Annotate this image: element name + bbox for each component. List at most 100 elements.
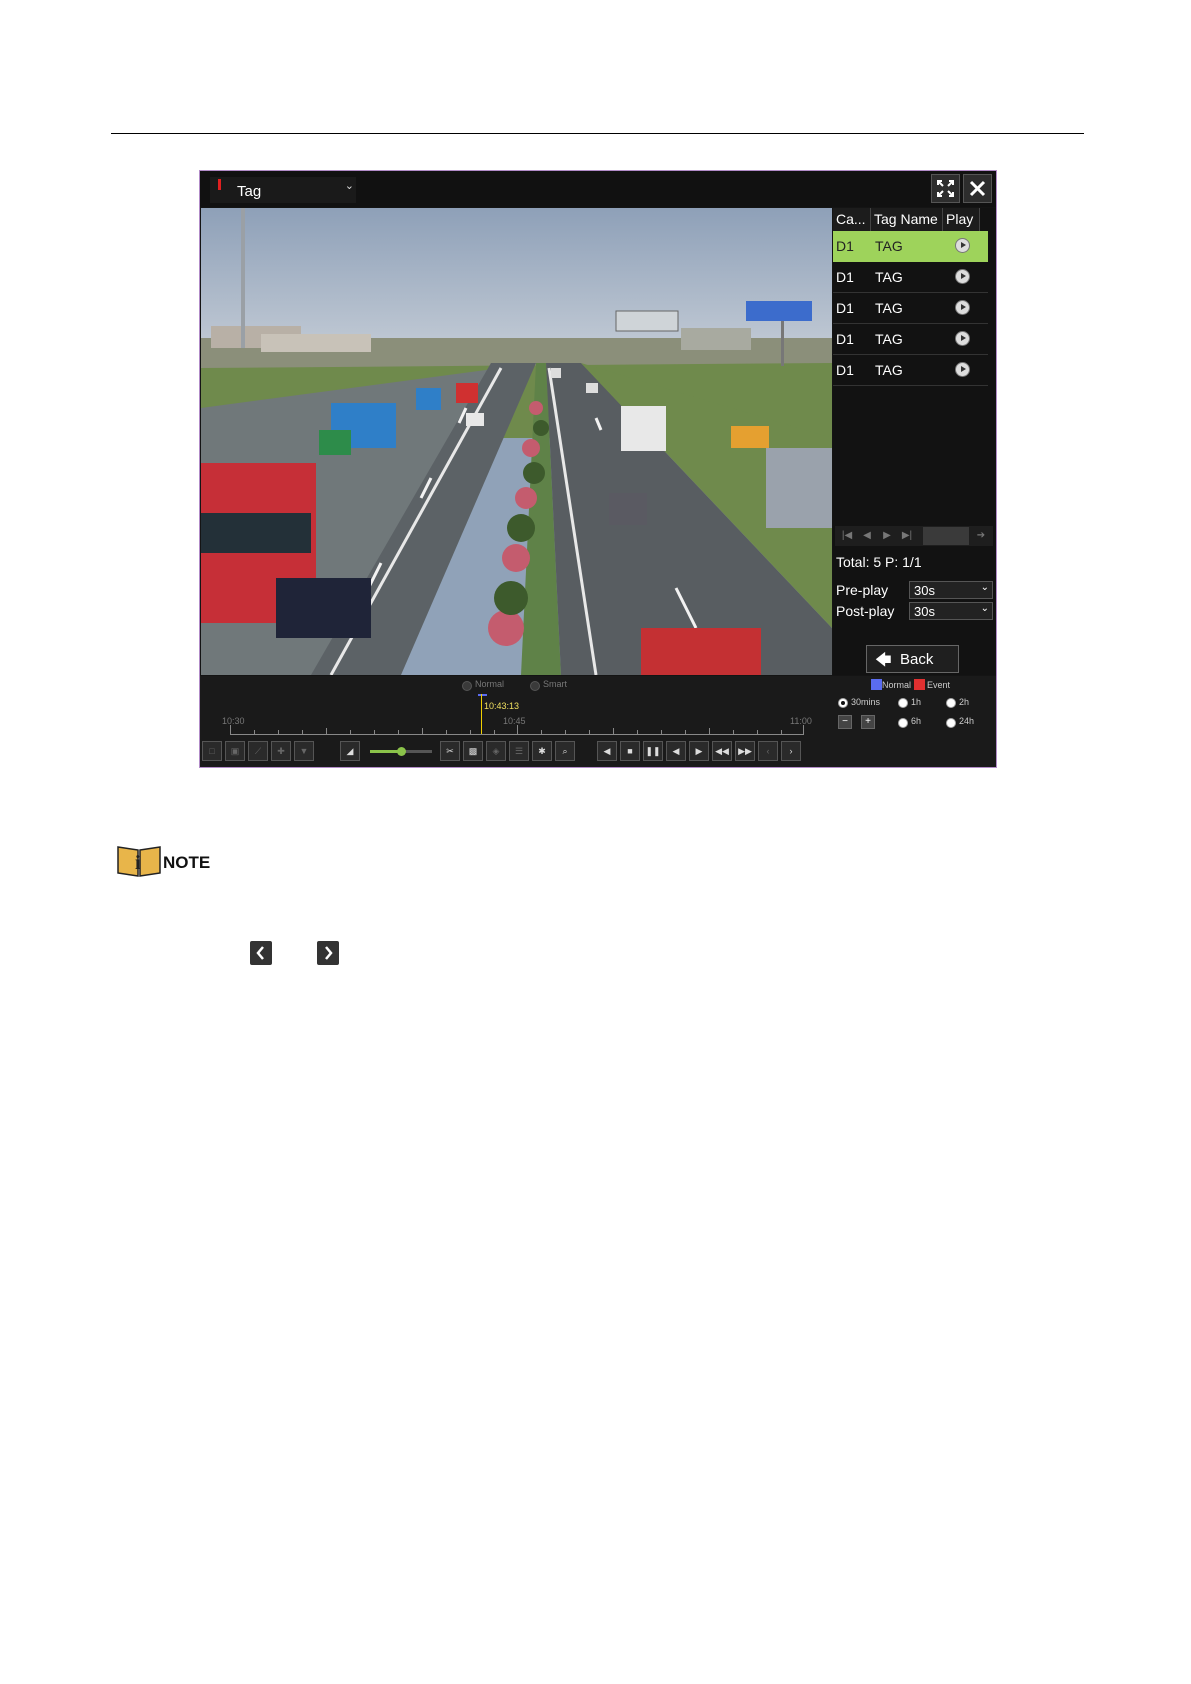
post-play-select[interactable]: 30s ⌄ — [909, 602, 993, 620]
column-header-camera[interactable]: Ca... — [833, 208, 871, 231]
fast-forward-icon[interactable]: ▶▶ — [735, 741, 755, 761]
close-button[interactable] — [963, 174, 992, 203]
note-heading: NOTE — [163, 853, 211, 872]
timeline-end-label: 11:00 — [790, 716, 812, 726]
column-header-play[interactable]: Play — [943, 208, 980, 231]
play-mode-normal-label: Normal — [475, 679, 505, 689]
normal-legend-swatch — [871, 679, 882, 690]
tag-row-4[interactable]: D1 TAG — [833, 324, 988, 355]
normal-record-marker — [478, 694, 487, 696]
chevron-down-icon: ⌄ — [980, 603, 989, 614]
region-select-icon[interactable]: ▣ — [225, 741, 245, 761]
playback-mode-dropdown[interactable]: Tag ⌄ — [210, 177, 356, 203]
play-icon[interactable] — [955, 238, 970, 253]
zoom-2h-label: 2h — [959, 697, 970, 707]
custom-tag-icon[interactable]: ☰ — [509, 741, 529, 761]
play-mode-smart-label: Smart — [543, 679, 568, 689]
zoom-1h-radio[interactable] — [898, 698, 908, 708]
event-legend-label: Event — [927, 680, 951, 690]
tag-row-3[interactable]: D1 TAG — [833, 293, 988, 324]
chevron-left-icon — [256, 946, 264, 960]
play-icon[interactable] — [955, 300, 970, 315]
record-marker-icon — [218, 179, 221, 190]
zoom-6h-radio[interactable] — [898, 718, 908, 728]
clip-icon[interactable]: ✂ — [440, 741, 460, 761]
timeline-cursor[interactable] — [481, 694, 482, 734]
tag-row-name: TAG — [875, 362, 903, 378]
previous-day-icon[interactable]: ‹ — [758, 741, 778, 761]
timeline-start-label: 10:30 — [222, 716, 245, 726]
ptz-icon[interactable]: ✚ — [271, 741, 291, 761]
column-header-tag-name[interactable]: Tag Name — [871, 208, 943, 231]
lock-file-icon[interactable]: ▩ — [463, 741, 483, 761]
inline-next-button — [317, 941, 339, 965]
slow-forward-icon[interactable]: ◀◀ — [712, 741, 732, 761]
pre-play-select[interactable]: 30s ⌄ — [909, 581, 993, 599]
play-icon[interactable] — [955, 331, 970, 346]
tag-row-camera: D1 — [836, 300, 854, 316]
forward-30s-icon[interactable]: ▶ — [689, 741, 709, 761]
zoom-30mins-radio[interactable] — [838, 698, 848, 708]
highway-video-frame — [201, 208, 832, 675]
playback-mode-label: Tag — [237, 183, 262, 200]
back-button[interactable]: 🡄 Back — [866, 645, 959, 673]
filter-icon[interactable]: ▼ — [294, 741, 314, 761]
volume-slider[interactable] — [370, 747, 432, 756]
previous-page-icon[interactable]: ◀ — [859, 528, 875, 544]
zoom-2h-radio[interactable] — [946, 698, 956, 708]
go-page-icon[interactable]: ➔ — [973, 528, 989, 544]
next-page-icon[interactable]: ▶ — [879, 528, 895, 544]
tag-row-camera: D1 — [836, 269, 854, 285]
chevron-right-icon — [325, 946, 333, 960]
volume-icon[interactable]: ◢ — [340, 741, 360, 761]
pause-icon[interactable]: ❚❚ — [643, 741, 663, 761]
play-icon[interactable] — [955, 362, 970, 377]
last-page-icon[interactable]: ▶| — [899, 528, 915, 544]
tag-row-name: TAG — [875, 238, 903, 254]
tag-row-5[interactable]: D1 TAG — [833, 355, 988, 386]
stop-icon[interactable]: ■ — [620, 741, 640, 761]
tag-row-name: TAG — [875, 331, 903, 347]
tag-row-name: TAG — [875, 300, 903, 316]
reverse-play-icon[interactable]: ◀ — [597, 741, 617, 761]
next-day-icon[interactable]: › — [781, 741, 801, 761]
back-button-label: Back — [900, 651, 934, 668]
normal-legend-label: Normal — [882, 680, 912, 690]
rewind-30s-icon[interactable]: ◀ — [666, 741, 686, 761]
tag-row-2[interactable]: D1 TAG — [833, 262, 988, 293]
tag-row-name: TAG — [875, 269, 903, 285]
tag-list-panel: Ca... Tag Name Play D1 TAG D1 TAG D1 TAG… — [833, 208, 996, 675]
playback-window: Tag ⌄ Ca... Tag Name Play D1 TAG D1 TAG … — [199, 170, 997, 768]
first-page-icon[interactable]: |◀ — [839, 528, 855, 544]
tag-row-1[interactable]: D1 TAG — [833, 231, 988, 262]
timeline-mid-label: 10:45 — [503, 716, 526, 726]
add-tag-icon[interactable]: ◈ — [486, 741, 506, 761]
settings-icon[interactable]: ✱ — [532, 741, 552, 761]
post-play-value: 30s — [914, 604, 935, 619]
play-icon[interactable] — [955, 269, 970, 284]
total-count-text: Total: 5 P: 1/1 — [836, 554, 922, 570]
note-book-icon: i — [117, 846, 161, 877]
back-arrow-icon: 🡄 — [875, 652, 892, 669]
page-number-input[interactable] — [923, 527, 969, 545]
play-mode-normal-radio[interactable] — [462, 681, 472, 691]
zoom-in-button[interactable]: + — [861, 715, 875, 729]
digital-zoom-icon[interactable]: □ — [202, 741, 222, 761]
zoom-24h-label: 24h — [959, 716, 975, 726]
close-icon — [969, 180, 986, 197]
zoom-out-button[interactable]: − — [838, 715, 852, 729]
draw-line-icon[interactable]: ⟋ — [248, 741, 268, 761]
svg-text:i: i — [135, 852, 141, 874]
current-time-label: 10:43:13 — [484, 701, 520, 711]
play-mode-smart-radio[interactable] — [530, 681, 540, 691]
volume-handle[interactable] — [397, 747, 406, 756]
fullscreen-button[interactable] — [931, 174, 960, 203]
top-bar: Tag ⌄ — [200, 171, 996, 207]
tag-row-camera: D1 — [836, 362, 854, 378]
search-icon[interactable]: ⌕ — [555, 741, 575, 761]
post-play-label: Post-play — [836, 603, 895, 619]
pre-play-label: Pre-play — [836, 582, 889, 598]
page-header-rule — [111, 133, 1084, 134]
zoom-24h-radio[interactable] — [946, 718, 956, 728]
tag-row-camera: D1 — [836, 331, 854, 347]
